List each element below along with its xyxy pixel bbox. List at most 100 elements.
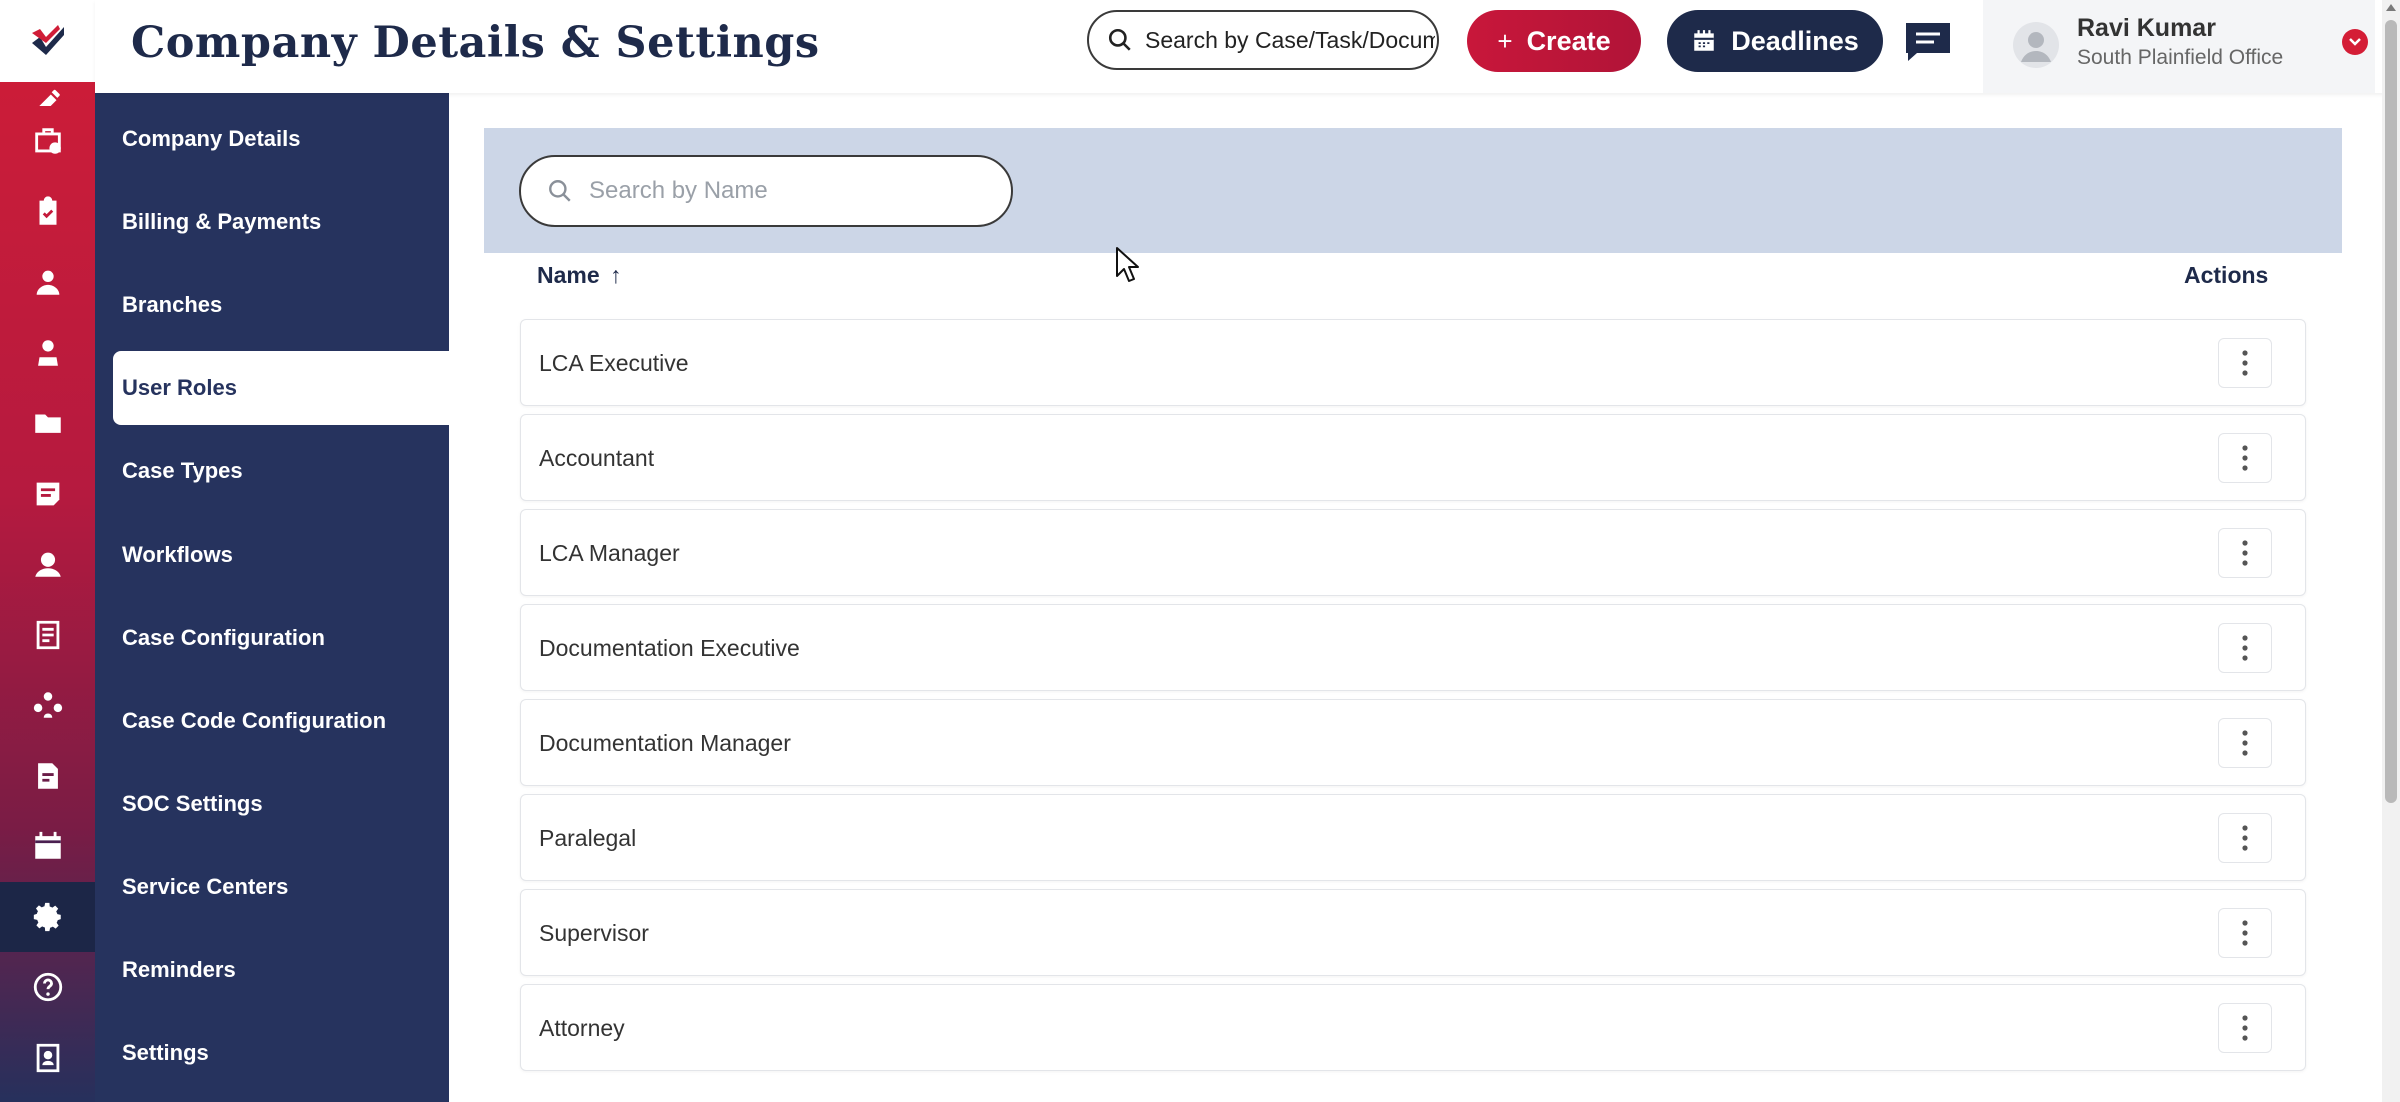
user-menu[interactable]: Ravi Kumar South Plainfield Office bbox=[1983, 0, 2375, 93]
more-actions-button[interactable] bbox=[2218, 338, 2272, 388]
notes-icon bbox=[36, 482, 59, 506]
user-office: South Plainfield Office bbox=[2077, 46, 2284, 69]
role-name: Paralegal bbox=[539, 825, 637, 851]
table-row[interactable]: Attorney bbox=[520, 984, 2306, 1071]
sidebar-item-label: User Roles bbox=[122, 375, 237, 401]
kebab-menu-icon bbox=[2242, 825, 2248, 851]
sidebar-item-workflows[interactable]: Workflows bbox=[113, 518, 449, 592]
chevron-down-icon[interactable] bbox=[2342, 29, 2368, 55]
rail-documents[interactable] bbox=[0, 388, 95, 459]
sidebar-item-service-centers[interactable]: Service Centers bbox=[113, 850, 449, 924]
kebab-menu-icon bbox=[2242, 540, 2248, 566]
logo-icon bbox=[31, 25, 64, 55]
chat-icon bbox=[1906, 23, 1950, 61]
kebab-menu-icon bbox=[2242, 1015, 2248, 1041]
sidebar-item-soc-settings[interactable]: SOC Settings bbox=[113, 767, 449, 841]
app-logo[interactable] bbox=[0, 0, 95, 82]
rail-settings[interactable] bbox=[0, 881, 95, 952]
rail-notes[interactable] bbox=[0, 459, 95, 530]
column-header-actions: Actions bbox=[2184, 262, 2269, 288]
name-search[interactable] bbox=[519, 155, 1013, 227]
column-header-name-label: Name bbox=[537, 262, 600, 288]
create-button[interactable]: + Create bbox=[1467, 10, 1641, 72]
kebab-menu-icon bbox=[2242, 445, 2248, 471]
more-actions-button[interactable] bbox=[2218, 1003, 2272, 1053]
kebab-menu-icon bbox=[2242, 635, 2248, 661]
deadlines-button[interactable]: Deadlines bbox=[1667, 10, 1883, 72]
more-actions-button[interactable] bbox=[2218, 623, 2272, 673]
sidebar-item-reminders[interactable]: Reminders bbox=[113, 933, 449, 1007]
rail-tasks[interactable] bbox=[0, 177, 95, 248]
more-actions-button[interactable] bbox=[2218, 908, 2272, 958]
create-label: Create bbox=[1526, 25, 1611, 56]
more-actions-button[interactable] bbox=[2218, 528, 2272, 578]
rail-agents[interactable] bbox=[0, 529, 95, 600]
edit-icon bbox=[38, 89, 60, 106]
document-edit-icon bbox=[37, 763, 58, 789]
table-row[interactable]: Documentation Executive bbox=[520, 604, 2306, 691]
top-header: Company Details & Settings + Create Dead… bbox=[95, 0, 2400, 93]
icon-rail bbox=[0, 0, 95, 1102]
more-actions-button[interactable] bbox=[2218, 433, 2272, 483]
rail-beneficiaries[interactable] bbox=[0, 318, 95, 389]
mouse-cursor-icon bbox=[1116, 247, 1139, 282]
sidebar-item-billing-payments[interactable]: Billing & Payments bbox=[113, 185, 449, 259]
table-row[interactable]: LCA Executive bbox=[520, 319, 2306, 406]
table-row[interactable]: Paralegal bbox=[520, 794, 2306, 881]
rail-edit[interactable] bbox=[0, 82, 95, 106]
cases-icon bbox=[34, 128, 61, 154]
search-icon bbox=[1108, 28, 1131, 51]
role-name: LCA Executive bbox=[539, 350, 689, 376]
sidebar-item-settings[interactable]: Settings bbox=[113, 1016, 449, 1090]
table-row[interactable]: Supervisor bbox=[520, 889, 2306, 976]
beneficiary-icon bbox=[37, 340, 58, 366]
person-icon bbox=[36, 270, 59, 295]
avatar bbox=[2013, 22, 2059, 68]
search-icon bbox=[549, 180, 571, 202]
rail-contacts[interactable] bbox=[0, 1023, 95, 1094]
rail-cases[interactable] bbox=[0, 106, 95, 177]
sidebar-item-user-roles[interactable]: User Roles bbox=[113, 351, 449, 426]
table-row[interactable]: Accountant bbox=[520, 414, 2306, 501]
kebab-menu-icon bbox=[2242, 350, 2248, 376]
sidebar-item-branches[interactable]: Branches bbox=[113, 268, 449, 342]
sidebar-item-company-details[interactable]: Company Details bbox=[113, 102, 449, 176]
agent-icon bbox=[34, 552, 61, 577]
rail-calendar[interactable] bbox=[0, 811, 95, 882]
more-actions-button[interactable] bbox=[2218, 813, 2272, 863]
scrollbar[interactable] bbox=[2382, 0, 2400, 1102]
scrollbar-thumb[interactable] bbox=[2385, 20, 2397, 803]
table-row[interactable]: Documentation Manager bbox=[520, 699, 2306, 786]
sidebar-item-case-code-configuration[interactable]: Case Code Configuration bbox=[113, 684, 449, 758]
global-search[interactable] bbox=[1087, 10, 1439, 70]
folder-icon bbox=[34, 414, 61, 434]
name-search-input[interactable] bbox=[587, 176, 991, 206]
settings-sidebar: Company Details Billing & Payments Branc… bbox=[95, 93, 449, 1102]
rail-help[interactable] bbox=[0, 952, 95, 1023]
rail-ledger[interactable] bbox=[0, 600, 95, 671]
role-name: Documentation Executive bbox=[539, 635, 800, 661]
role-name: Accountant bbox=[539, 445, 655, 471]
calendar-icon bbox=[1694, 30, 1714, 51]
table-row[interactable]: LCA Manager bbox=[520, 509, 2306, 596]
help-icon bbox=[33, 973, 62, 1002]
rail-forms[interactable] bbox=[0, 741, 95, 812]
scroll-up-arrow-icon[interactable] bbox=[2386, 4, 2396, 11]
column-header-name[interactable]: Name ↑ bbox=[537, 262, 622, 289]
more-actions-button[interactable] bbox=[2218, 718, 2272, 768]
rail-team[interactable] bbox=[0, 670, 95, 741]
gear-icon bbox=[33, 902, 61, 931]
kebab-menu-icon bbox=[2242, 920, 2248, 946]
sidebar-item-case-types[interactable]: Case Types bbox=[113, 434, 449, 508]
role-name: Attorney bbox=[539, 1015, 625, 1041]
user-name: Ravi Kumar bbox=[2077, 14, 2216, 42]
global-search-input[interactable] bbox=[1143, 25, 1437, 55]
messages-button[interactable] bbox=[1903, 20, 1953, 64]
contacts-book-icon bbox=[36, 1043, 59, 1072]
sort-ascending-icon: ↑ bbox=[610, 262, 622, 288]
calendar-icon bbox=[34, 832, 61, 859]
role-name: Documentation Manager bbox=[539, 730, 791, 756]
ledger-icon bbox=[36, 620, 59, 649]
rail-clients[interactable] bbox=[0, 247, 95, 318]
sidebar-item-case-configuration[interactable]: Case Configuration bbox=[113, 601, 449, 675]
